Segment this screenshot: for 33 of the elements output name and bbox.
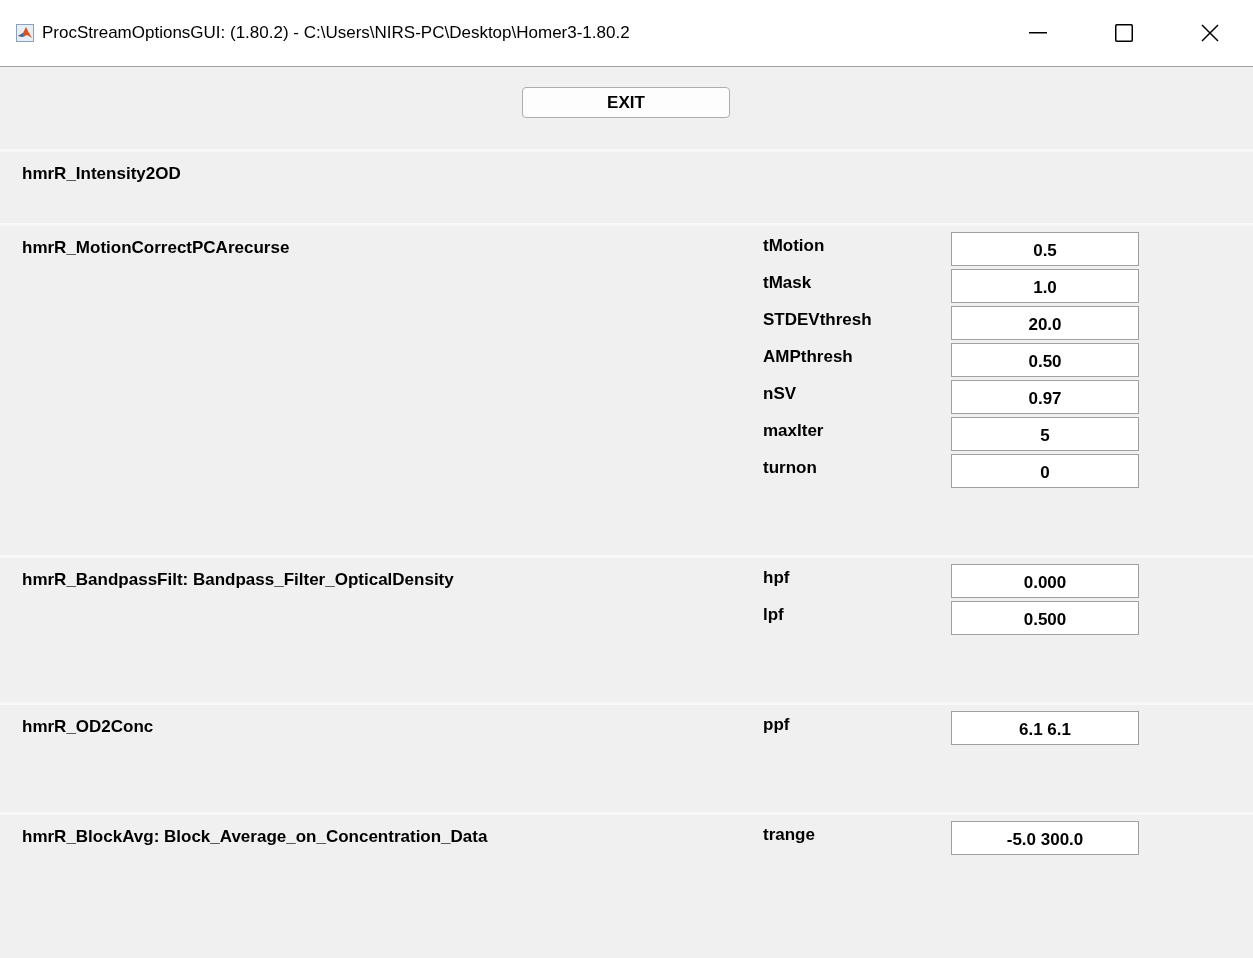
exit-button[interactable]: EXIT — [522, 87, 730, 118]
param-field[interactable]: 0 — [951, 454, 1139, 488]
param-field[interactable]: 0.97 — [951, 380, 1139, 414]
function-name: hmrR_Intensity2OD — [22, 163, 182, 185]
function-name: hmrR_OD2Conc — [22, 716, 155, 738]
param-field[interactable]: 0.500 — [951, 601, 1139, 635]
param-field[interactable]: 0.5 — [951, 232, 1139, 266]
param-label: maxIter — [763, 420, 825, 442]
param-label: nSV — [763, 383, 798, 405]
param-label: turnon — [763, 457, 818, 479]
param-field[interactable]: 6.1 6.1 — [951, 711, 1139, 745]
param-field[interactable]: 5 — [951, 417, 1139, 451]
window-title: ProcStreamOptionsGUI: (1.80.2) - C:\Users\NIRS-PC\Desktop\Homer3-1.80.2 — [42, 22, 630, 45]
param-label: AMPthresh — [763, 346, 854, 368]
param-label: lpf — [763, 604, 785, 626]
maximize-icon — [1115, 24, 1133, 42]
param-label: tMask — [763, 272, 813, 294]
function-name: hmrR_BlockAvg: Block_Average_on_Concentration_Data — [22, 826, 489, 848]
function-name: hmrR_MotionCorrectPCArecurse — [22, 237, 291, 259]
param-field[interactable]: 0.50 — [951, 343, 1139, 377]
param-field[interactable]: 0.000 — [951, 564, 1139, 598]
param-label: tMotion — [763, 235, 826, 257]
function-name: hmrR_BandpassFilt: Bandpass_Filter_OpticalDensity — [22, 569, 455, 591]
close-icon — [1201, 24, 1219, 42]
app-icon — [16, 24, 34, 42]
param-field[interactable]: -5.0 300.0 — [951, 821, 1139, 855]
minimize-icon — [1029, 32, 1047, 34]
param-label: trange — [763, 824, 816, 846]
param-label: STDEVthresh — [763, 309, 873, 331]
param-field[interactable]: 20.0 — [951, 306, 1139, 340]
param-label: ppf — [763, 714, 791, 736]
param-field[interactable]: 1.0 — [951, 269, 1139, 303]
param-label: hpf — [763, 567, 791, 589]
